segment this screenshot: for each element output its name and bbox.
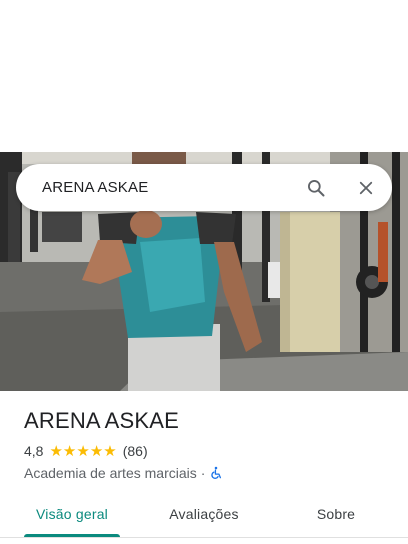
tabs-divider — [0, 537, 408, 538]
search-bar — [16, 164, 392, 211]
place-title: ARENA ASKAE — [24, 408, 180, 433]
rating-value: 4,8 — [24, 443, 44, 459]
place-category[interactable]: Academia de artes marciais — [24, 465, 197, 481]
blank-area — [0, 0, 408, 152]
rating-row[interactable]: 4,8 ★ ★ ★ ★ ★ (86) — [24, 443, 148, 459]
star-icon: ★ — [62, 442, 77, 460]
tab-overview[interactable]: Visão geral — [0, 490, 144, 537]
tab-bar: Visão geral Avaliações Sobre — [0, 490, 408, 537]
star-icon: ★ — [103, 442, 117, 460]
star-icon: ★ — [89, 442, 104, 460]
star-icon: ★ — [76, 442, 90, 460]
wheelchair-icon — [209, 466, 223, 480]
star-icon: ★ — [49, 442, 63, 460]
separator-dot: · — [200, 465, 206, 481]
search-icon — [308, 179, 325, 196]
close-icon — [359, 181, 373, 194]
review-count[interactable]: (86) — [123, 443, 148, 459]
tab-about[interactable]: Sobre — [264, 490, 408, 537]
tab-reviews[interactable]: Avaliações — [132, 490, 276, 537]
search-button[interactable] — [296, 168, 336, 208]
category-row: Academia de artes marciais · — [24, 465, 223, 481]
clear-button[interactable] — [346, 168, 386, 208]
star-rating: ★ ★ ★ ★ ★ — [49, 444, 116, 459]
search-input[interactable] — [40, 178, 296, 197]
